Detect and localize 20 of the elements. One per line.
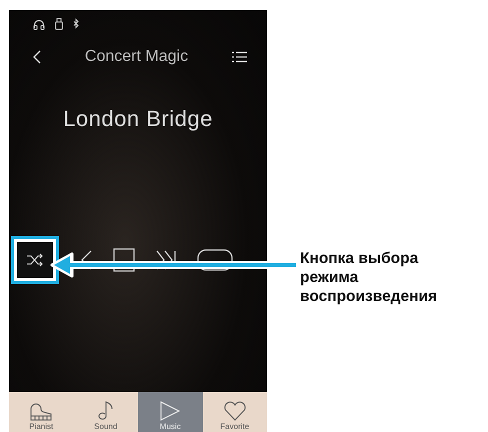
- bluetooth-icon: [73, 18, 79, 30]
- tab[interactable]: Music: [138, 392, 202, 432]
- shuffle-button[interactable]: [17, 242, 53, 278]
- play-icon: [159, 401, 182, 421]
- stop-icon[interactable]: [113, 248, 135, 272]
- tab[interactable]: Favorite: [202, 392, 267, 432]
- usb-drive-icon: [55, 18, 63, 30]
- song-title: London Bridge: [62, 106, 214, 132]
- back-icon[interactable]: [33, 50, 41, 64]
- tab[interactable]: Pianist: [9, 392, 74, 432]
- headphones-icon: [33, 18, 45, 30]
- list-menu-icon[interactable]: [232, 51, 247, 63]
- shuffle-icon: [26, 253, 44, 267]
- callout-label: Кнопка выбора режима воспроизведения: [300, 250, 438, 305]
- heart-icon: [222, 401, 247, 421]
- screen-title: Concert Magic: [84, 48, 190, 66]
- loop-icon[interactable]: [197, 249, 233, 271]
- grand-piano-icon: [29, 403, 54, 421]
- tab[interactable]: Sound: [74, 392, 138, 432]
- music-note-icon: [98, 401, 114, 421]
